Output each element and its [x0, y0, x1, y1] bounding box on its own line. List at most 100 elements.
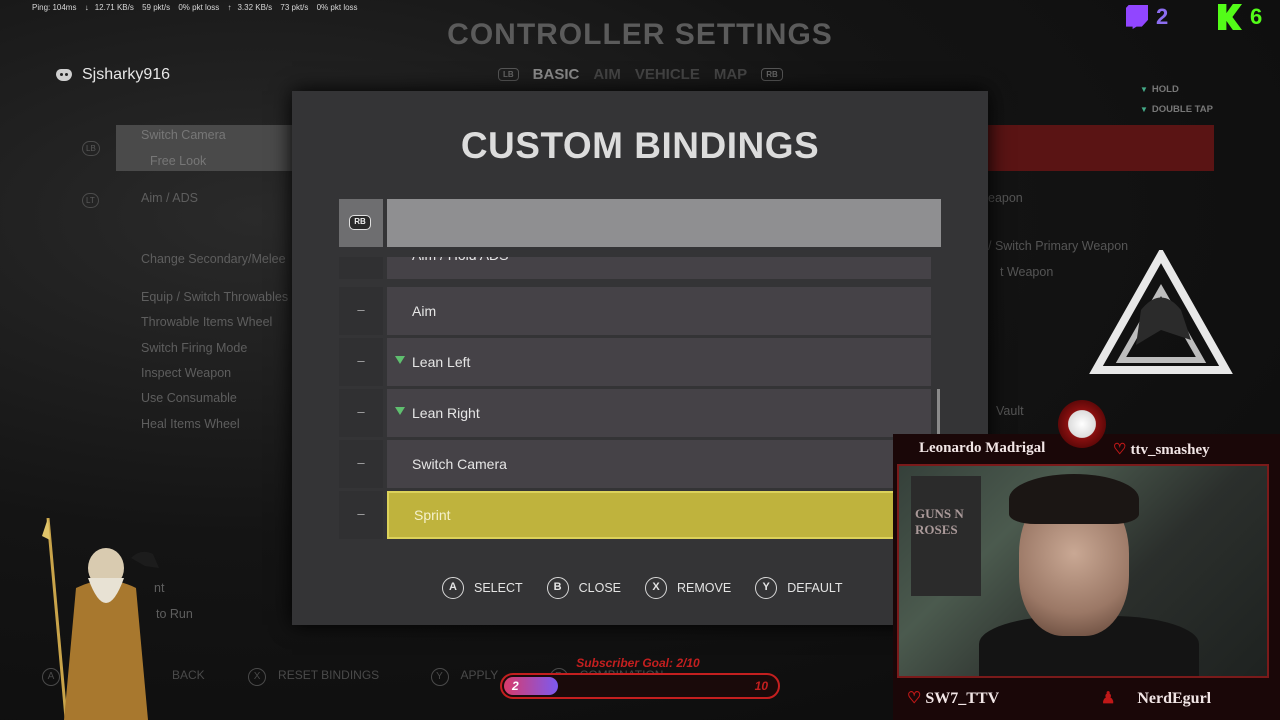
legend-hold: HOLD — [1151, 84, 1179, 95]
discord-user: Sjsharky916 — [56, 66, 170, 84]
binding-label: Aim / Hold ADS — [387, 257, 931, 279]
bg-item: Change Secondary/Melee — [141, 252, 286, 266]
download-rate: 12.71 KB/s — [94, 3, 134, 12]
discord-icon — [56, 69, 72, 81]
twitch-count: 2 — [1156, 4, 1169, 29]
remove-label: REMOVE — [677, 581, 732, 595]
binding-label: Switch Camera — [387, 440, 931, 488]
goal-target: 10 — [754, 679, 768, 693]
network-stats: Ping: 104ms ↓ 12.71 KB/s 59 pkt/s 0% pkt … — [32, 3, 364, 12]
close-button[interactable]: B CLOSE — [546, 577, 622, 599]
binding-row[interactable]: – Switch Camera — [339, 440, 945, 488]
band-poster: GUNS N ROSES — [911, 476, 981, 596]
cam-name-right-text: ttv_smashey — [1130, 442, 1210, 458]
upload-loss: 0% pkt loss — [316, 3, 358, 12]
twitch-counter: 2 — [1126, 4, 1168, 30]
upload-packets: 73 pkt/s — [280, 3, 309, 12]
subscriber-goal-title: Subscriber Goal: 2/10 — [576, 656, 700, 670]
upload-rate: 3.32 KB/s — [237, 3, 273, 12]
bg-reset-label: RESET BINDINGS — [278, 668, 380, 682]
remove-dash[interactable]: – — [339, 440, 383, 488]
default-label: DEFAULT — [787, 581, 843, 595]
remove-dash[interactable]: – — [339, 338, 383, 386]
rb-tab-button[interactable]: RB — [339, 199, 383, 247]
remove-dash[interactable]: – — [339, 491, 383, 539]
input-legend: ▼ HOLD ▼ DOUBLE TAP — [1140, 80, 1213, 120]
bg-apply-label: APPLY — [460, 668, 499, 682]
remove-button[interactable]: X REMOVE — [645, 577, 731, 599]
download-loss: 0% pkt loss — [178, 3, 220, 12]
remove-dash[interactable]: – — [339, 287, 383, 335]
x-button-icon: X — [645, 577, 668, 599]
background-red-highlight — [988, 125, 1214, 171]
subscriber-goal: Subscriber Goal: 2/10 2 10 — [500, 656, 780, 699]
select-button[interactable]: A SELECT — [442, 577, 523, 599]
list-scrollbar[interactable] — [937, 389, 940, 439]
legend-double-tap: DOUBLE TAP — [1151, 104, 1213, 115]
ping-text: Ping: 104ms — [32, 3, 77, 12]
kick-count: 6 — [1250, 4, 1263, 29]
twitch-icon — [1126, 5, 1148, 29]
bg-item: Equip / Switch Throwables — [141, 290, 289, 304]
tab-lb-badge: LB — [498, 68, 519, 81]
b-button-icon: B — [546, 577, 569, 599]
bg-item: t Weapon — [1000, 265, 1054, 279]
y-button-icon: Y — [430, 668, 449, 686]
tab-map: MAP — [713, 66, 748, 83]
bg-item: Use Consumable — [141, 391, 237, 405]
cam-bottom-left: ♡ SW7_TTV — [907, 688, 999, 708]
bg-item: Free Look — [150, 154, 207, 168]
bg-item: Inspect Weapon — [141, 366, 232, 380]
binding-label: Sprint — [387, 491, 945, 539]
binding-row-selected[interactable]: – Sprint — [339, 491, 945, 539]
select-label: SELECT — [474, 581, 523, 595]
binding-label: Aim — [387, 287, 931, 335]
cam-name-right: ♡ ttv_smashey — [1113, 440, 1210, 459]
tab-vehicle: VEHICLE — [634, 66, 700, 83]
bg-item: eapon — [988, 191, 1023, 205]
webcam-feed: GUNS N ROSES — [897, 464, 1269, 678]
remove-dash[interactable]: – — [339, 389, 383, 437]
background-tabs: LB BASIC AIM VEHICLE MAP RB — [498, 66, 783, 83]
y-button-icon: Y — [755, 577, 778, 599]
download-arrow-icon: ↓ — [84, 3, 89, 12]
default-button[interactable]: Y DEFAULT — [755, 577, 843, 599]
download-packets: 59 pkt/s — [142, 3, 171, 12]
tab-rb-badge: RB — [761, 68, 783, 81]
upload-arrow-icon: ↑ — [227, 3, 232, 12]
x-button-icon: X — [248, 668, 267, 686]
odin-figure-icon — [42, 518, 159, 720]
webcam-hair — [1009, 474, 1139, 524]
binding-label: Lean Left — [387, 338, 931, 386]
cam-bottom-right: ♟ NerdEgurl — [1101, 688, 1211, 708]
valknut-logo-icon — [1089, 250, 1233, 374]
binding-row[interactable]: – Aim — [339, 287, 945, 335]
bg-item: Vault — [996, 404, 1024, 418]
kick-counter: 6 — [1218, 4, 1262, 30]
bg-item: Aim / ADS — [141, 191, 198, 205]
bg-back-label: BACK — [172, 668, 205, 682]
hold-icon: ▼ — [1140, 85, 1148, 94]
remove-dash[interactable]: – — [339, 257, 383, 279]
custom-bindings-dialog: CUSTOM BINDINGS RB – Aim / Hold ADS – Ai… — [292, 91, 988, 625]
kick-icon — [1218, 4, 1242, 30]
binding-row[interactable]: – Aim / Hold ADS — [339, 257, 945, 279]
goal-current: 2 — [512, 679, 519, 693]
binding-row[interactable]: – Lean Right — [339, 389, 945, 437]
skull-emblem-icon — [1058, 400, 1106, 448]
tab-basic: BASIC — [532, 66, 580, 83]
bg-item: Switch Firing Mode — [141, 341, 248, 355]
poster-text: GUNS N ROSES — [915, 506, 964, 537]
binding-row[interactable]: – Lean Left — [339, 338, 945, 386]
background-menu-title: CONTROLLER SETTINGS — [447, 18, 833, 51]
rb-badge: RB — [349, 215, 371, 230]
binding-tab-bar — [387, 199, 941, 247]
cam-bottom-left-text: SW7_TTV — [925, 690, 1000, 707]
subscriber-goal-bar: 2 10 — [500, 673, 780, 699]
person-icon: ♟ — [1101, 690, 1116, 707]
bg-item: Switch Camera — [141, 128, 226, 142]
close-label: CLOSE — [578, 581, 622, 595]
tab-aim: AIM — [593, 66, 621, 83]
lt-badge: LT — [82, 193, 99, 208]
double-tap-icon: ▼ — [1140, 105, 1148, 114]
